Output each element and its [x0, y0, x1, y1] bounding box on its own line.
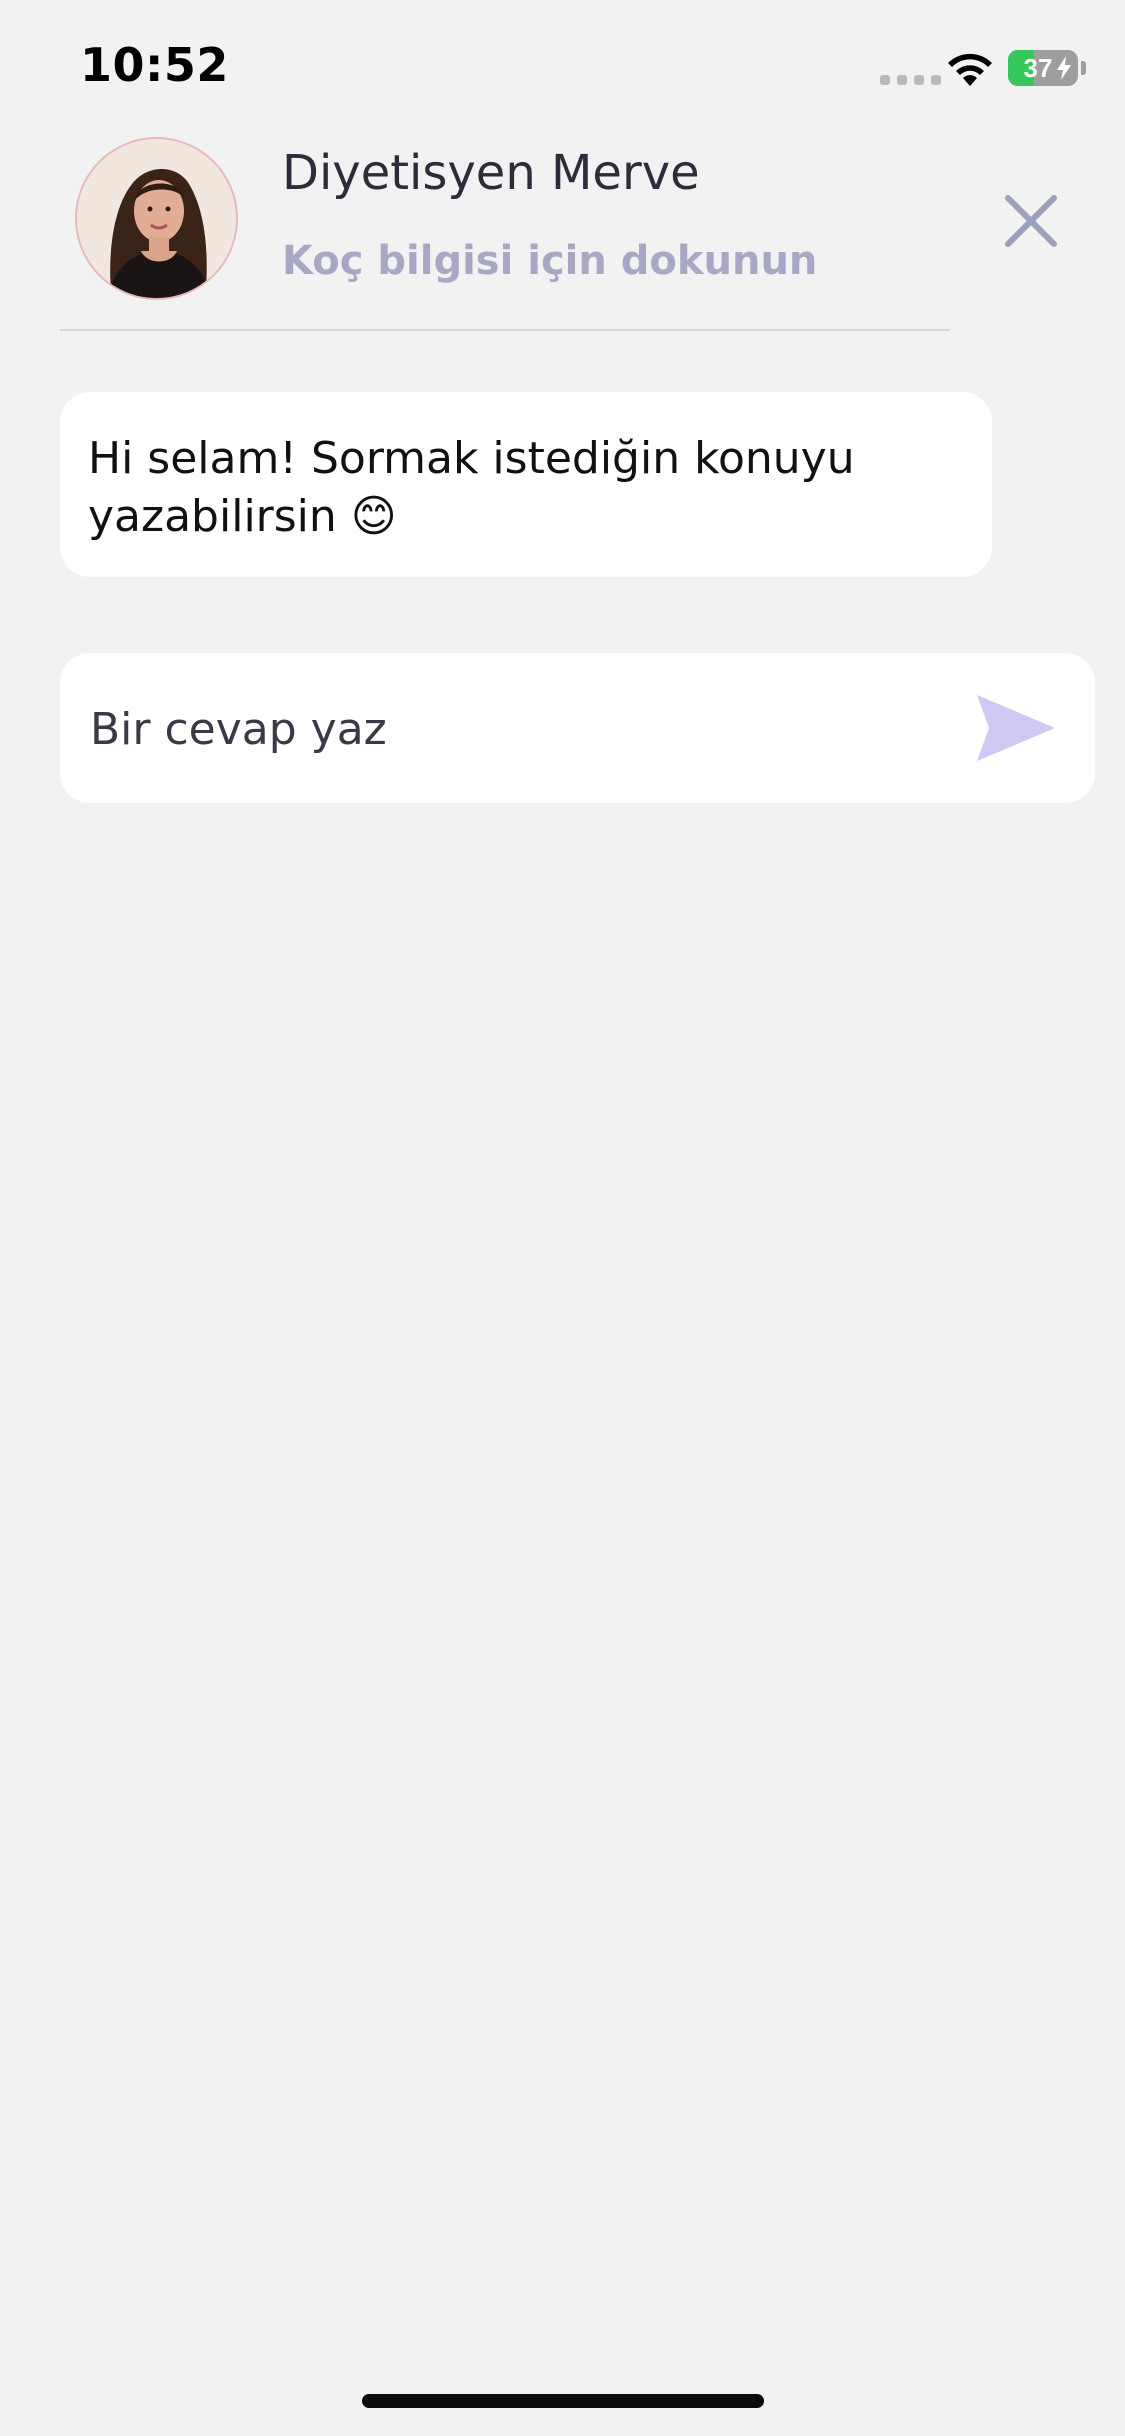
- home-indicator[interactable]: [362, 2394, 764, 2408]
- reply-box: [60, 653, 1095, 805]
- coach-info-hint[interactable]: Koç bilgisi için dokunun: [282, 238, 817, 284]
- cellular-signal-icon: [880, 75, 941, 85]
- message-line: yazabilirsin 😊: [88, 491, 397, 542]
- chat-screen: 10:52 37 Diyetisyen Merve Koç bilgisi iç…: [0, 0, 1125, 2436]
- send-icon[interactable]: [975, 693, 1057, 763]
- avatar[interactable]: [75, 137, 238, 300]
- reply-input[interactable]: [88, 653, 992, 805]
- header-divider: [60, 329, 950, 331]
- battery-cap: [1081, 61, 1086, 75]
- coach-name[interactable]: Diyetisyen Merve: [282, 145, 700, 201]
- close-icon[interactable]: [1000, 190, 1062, 252]
- wifi-icon: [948, 53, 992, 86]
- coach-photo: [77, 139, 236, 298]
- battery-icon: 37: [1008, 50, 1078, 86]
- message-line: Hi selam! Sormak istediğin konuyu: [88, 433, 855, 484]
- charging-bolt-icon: [1057, 56, 1071, 80]
- status-time: 10:52: [80, 38, 229, 92]
- coach-message-bubble: Hi selam! Sormak istediğin konuyu yazabi…: [60, 392, 992, 577]
- message-text: Hi selam! Sormak istediğin konuyu yazabi…: [88, 430, 964, 546]
